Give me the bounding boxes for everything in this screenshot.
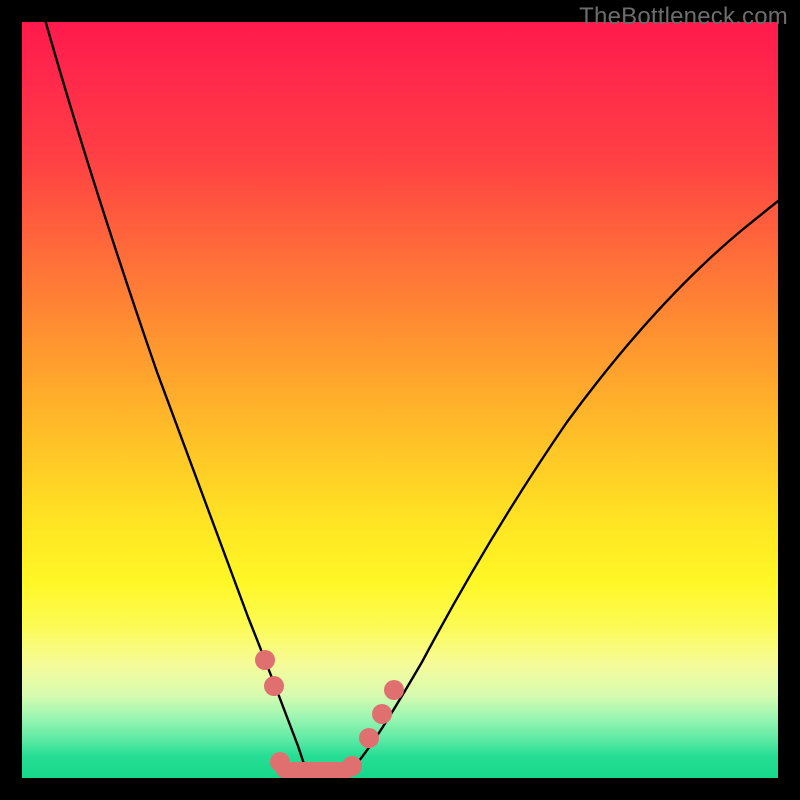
marker-dot <box>264 676 284 696</box>
watermark-text: TheBottleneck.com <box>579 3 788 31</box>
marker-dot <box>342 756 362 776</box>
plot-area <box>22 22 778 778</box>
curves-svg <box>22 22 778 778</box>
right-curve <box>348 198 782 774</box>
marker-dot <box>359 728 379 748</box>
marker-dot <box>255 650 275 670</box>
marker-dot <box>270 752 290 772</box>
marker-dot <box>384 680 404 700</box>
marker-dot <box>372 704 392 724</box>
chart-frame: TheBottleneck.com <box>0 0 800 800</box>
